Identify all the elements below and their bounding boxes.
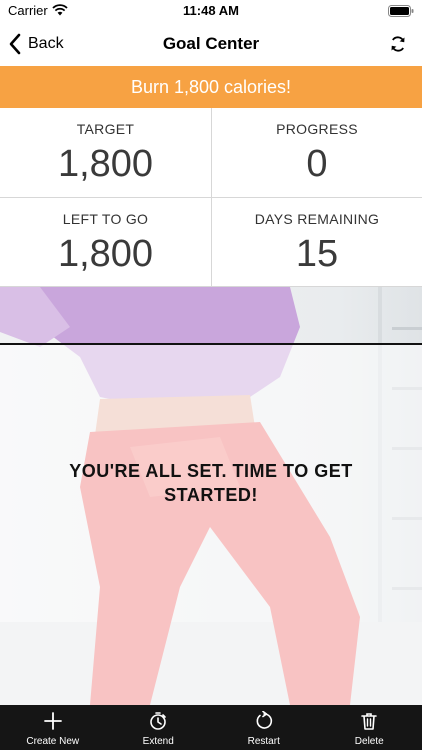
plus-icon (43, 712, 62, 730)
stat-target: TARGET 1,800 (0, 108, 211, 197)
stats-grid: TARGET 1,800 PROGRESS 0 LEFT TO GO 1,800… (0, 108, 422, 287)
extend-button[interactable]: Extend (106, 705, 212, 750)
stat-value: 1,800 (57, 233, 154, 275)
divider (0, 343, 422, 345)
bottom-toolbar: Create New Extend Restart Delete (0, 705, 422, 750)
restart-label: Restart (247, 736, 280, 747)
stat-progress: PROGRESS 0 (211, 108, 422, 197)
create-new-button[interactable]: Create New (0, 705, 106, 750)
page-title: Goal Center (162, 34, 260, 53)
stat-label: TARGET (76, 121, 135, 137)
stat-label: DAYS REMAINING (254, 211, 380, 227)
nav-bar: Back Goal Center (0, 22, 422, 66)
stat-value: 15 (295, 233, 339, 275)
trash-icon (361, 713, 378, 730)
stopwatch-icon (150, 712, 167, 730)
clock: 11:48 AM (183, 3, 239, 18)
delete-button[interactable]: Delete (317, 705, 422, 750)
status-bar: Carrier 11:48 AM (0, 0, 422, 22)
refresh-icon[interactable] (388, 34, 408, 54)
stat-days-remaining: DAYS REMAINING 15 (211, 197, 422, 286)
restart-icon (256, 711, 272, 729)
background-photo: YOU'RE ALL SET. TIME TO GET STARTED! (0, 287, 422, 705)
delete-label: Delete (354, 736, 384, 747)
goal-banner: Burn 1,800 calories! (0, 66, 422, 108)
stat-value: 0 (306, 143, 328, 185)
battery-icon (388, 5, 414, 17)
stat-value: 1,800 (57, 143, 154, 185)
create-new-label: Create New (26, 736, 80, 747)
restart-button[interactable]: Restart (211, 705, 317, 750)
stat-left-to-go: LEFT TO GO 1,800 (0, 197, 211, 286)
photo-overlay (0, 344, 422, 705)
extend-label: Extend (142, 736, 174, 747)
stat-label: PROGRESS (276, 121, 358, 137)
stat-label: LEFT TO GO (62, 211, 149, 227)
motivation-message: YOU'RE ALL SET. TIME TO GET STARTED! (69, 461, 353, 505)
